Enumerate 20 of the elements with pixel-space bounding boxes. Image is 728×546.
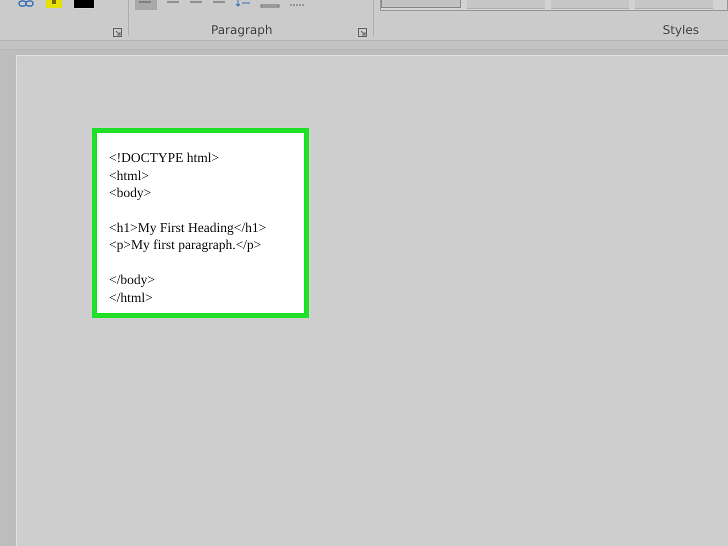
font-color-icon[interactable] (74, 0, 94, 8)
style-tile[interactable] (381, 0, 461, 8)
highlighter-icon[interactable] (46, 0, 62, 8)
dialog-launcher-icon[interactable] (358, 28, 367, 36)
code-line: <p>My first paragraph.</p> (109, 236, 262, 254)
group-label: Paragraph (211, 23, 272, 37)
code-line: <!DOCTYPE html> (109, 149, 220, 167)
code-line: </body> (109, 270, 156, 289)
code-line: <html> (109, 166, 150, 184)
code-line: <body> (109, 184, 152, 202)
style-tile[interactable] (467, 0, 545, 9)
style-tile[interactable] (635, 0, 713, 9)
group-label: Styles (662, 23, 699, 37)
link-icon[interactable] (18, 0, 34, 8)
code-line: <h1>My First Heading</h1> (109, 218, 268, 236)
code-line: </html> (109, 288, 154, 306)
style-tile[interactable] (551, 0, 629, 9)
align-left-icon[interactable] (135, 0, 157, 10)
line-spacing-icon[interactable] (235, 0, 251, 8)
dialog-launcher-icon[interactable] (113, 28, 122, 36)
